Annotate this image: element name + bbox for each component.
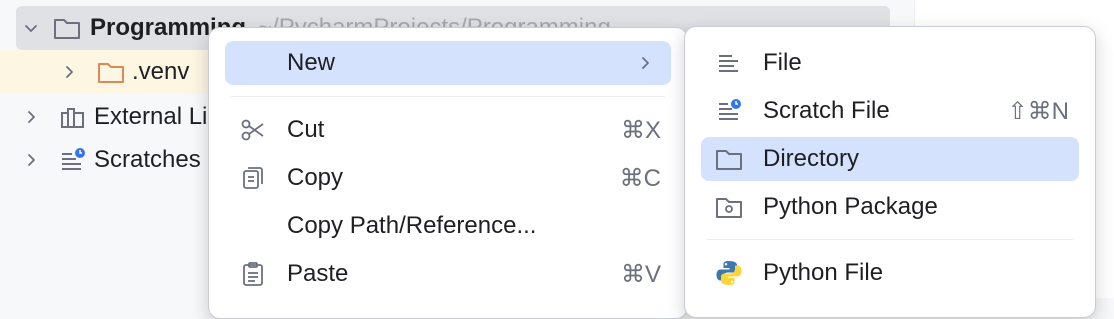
menu-separator xyxy=(231,96,665,97)
chevron-right-icon[interactable] xyxy=(16,145,46,175)
python-icon xyxy=(707,251,751,295)
folder-icon xyxy=(52,13,82,43)
new-submenu: File Scratch File ⇧⌘N Directory Python P… xyxy=(684,26,1096,318)
context-menu: New Cut ⌘X Copy ⌘C Copy Path/Reference..… xyxy=(208,27,688,319)
clipboard-icon xyxy=(231,252,275,296)
submenu-item-python-package[interactable]: Python Package xyxy=(701,185,1079,229)
menu-item-cut[interactable]: Cut ⌘X xyxy=(225,108,671,152)
menu-item-copy[interactable]: Copy ⌘C xyxy=(225,156,671,200)
scissors-icon xyxy=(231,108,275,152)
scratch-icon xyxy=(58,145,88,175)
copy-icon xyxy=(231,156,275,200)
scratch-file-icon xyxy=(707,89,751,133)
folder-icon xyxy=(707,137,751,181)
file-icon xyxy=(707,41,751,85)
chevron-down-icon[interactable] xyxy=(16,13,46,43)
tree-item-label: .venv xyxy=(132,58,190,85)
chevron-right-icon[interactable] xyxy=(16,102,46,132)
submenu-item-file[interactable]: File xyxy=(701,41,1079,85)
menu-item-paste[interactable]: Paste ⌘V xyxy=(225,252,671,296)
folder-icon xyxy=(96,57,126,87)
menu-item-copy-path[interactable]: Copy Path/Reference... xyxy=(225,204,671,248)
submenu-item-scratch-file[interactable]: Scratch File ⇧⌘N xyxy=(701,89,1079,133)
chevron-right-icon[interactable] xyxy=(54,57,84,87)
menu-separator xyxy=(707,239,1073,240)
submenu-item-python-file[interactable]: Python File xyxy=(701,251,1079,295)
library-icon xyxy=(58,102,88,132)
chevron-right-icon xyxy=(637,55,653,71)
package-folder-icon xyxy=(707,185,751,229)
submenu-item-directory[interactable]: Directory xyxy=(701,137,1079,181)
menu-item-new[interactable]: New xyxy=(225,41,671,85)
